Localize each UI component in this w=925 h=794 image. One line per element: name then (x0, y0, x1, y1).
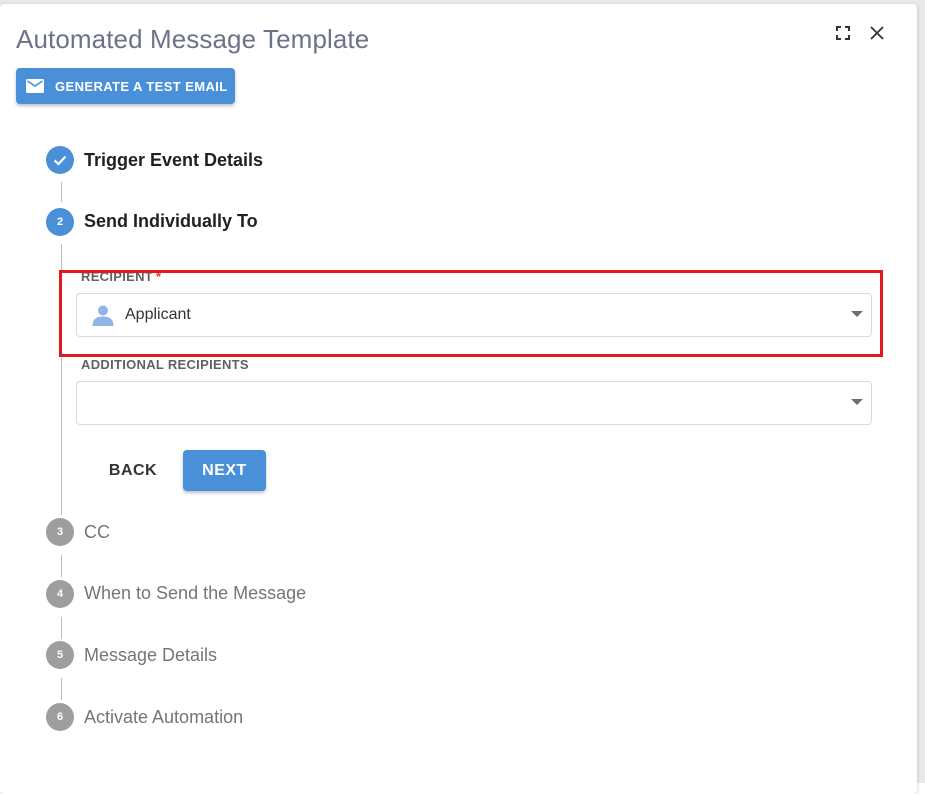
person-icon (91, 304, 115, 326)
back-button[interactable]: BACK (96, 450, 170, 491)
step-3-badge[interactable]: 3 (46, 518, 74, 546)
step-connector (61, 182, 62, 202)
fullscreen-icon (836, 26, 850, 40)
generate-test-email-button[interactable]: GENERATE A TEST EMAIL (16, 68, 235, 104)
step-4-label[interactable]: When to Send the Message (84, 582, 306, 604)
step-5-label[interactable]: Message Details (84, 644, 217, 666)
recipient-select[interactable]: Applicant (76, 293, 872, 337)
mail-icon (26, 79, 44, 93)
chevron-down-icon (851, 399, 863, 405)
fullscreen-button[interactable] (832, 22, 854, 44)
next-button[interactable]: NEXT (183, 450, 266, 491)
generate-test-email-label: GENERATE A TEST EMAIL (55, 78, 228, 94)
close-icon (870, 26, 884, 40)
step-2-badge[interactable]: 2 (46, 208, 74, 236)
chevron-down-icon (851, 311, 863, 317)
automated-message-dialog: Automated Message Template GENERATE A TE… (0, 4, 917, 794)
additional-recipients-select[interactable] (76, 381, 872, 425)
step-1-check-badge[interactable] (46, 146, 74, 174)
step-connector (61, 555, 62, 577)
step-3-label[interactable]: CC (84, 521, 110, 543)
step-connector (61, 678, 62, 700)
step-connector (61, 244, 62, 515)
recipient-label-text: RECIPIENT (81, 269, 154, 284)
additional-recipients-label: ADDITIONAL RECIPIENTS (81, 357, 249, 372)
recipient-value: Applicant (125, 306, 191, 323)
check-icon (53, 155, 67, 166)
recipient-label: RECIPIENT * (81, 269, 161, 284)
required-marker: * (156, 269, 162, 284)
step-connector (61, 617, 62, 639)
step-1-label[interactable]: Trigger Event Details (84, 149, 263, 171)
step-6-badge[interactable]: 6 (46, 703, 74, 731)
step-2-label[interactable]: Send Individually To (84, 210, 258, 232)
step-6-label[interactable]: Activate Automation (84, 706, 243, 728)
step-4-badge[interactable]: 4 (46, 580, 74, 608)
dialog-title: Automated Message Template (16, 24, 370, 54)
close-button[interactable] (866, 22, 888, 44)
step-5-badge[interactable]: 5 (46, 641, 74, 669)
